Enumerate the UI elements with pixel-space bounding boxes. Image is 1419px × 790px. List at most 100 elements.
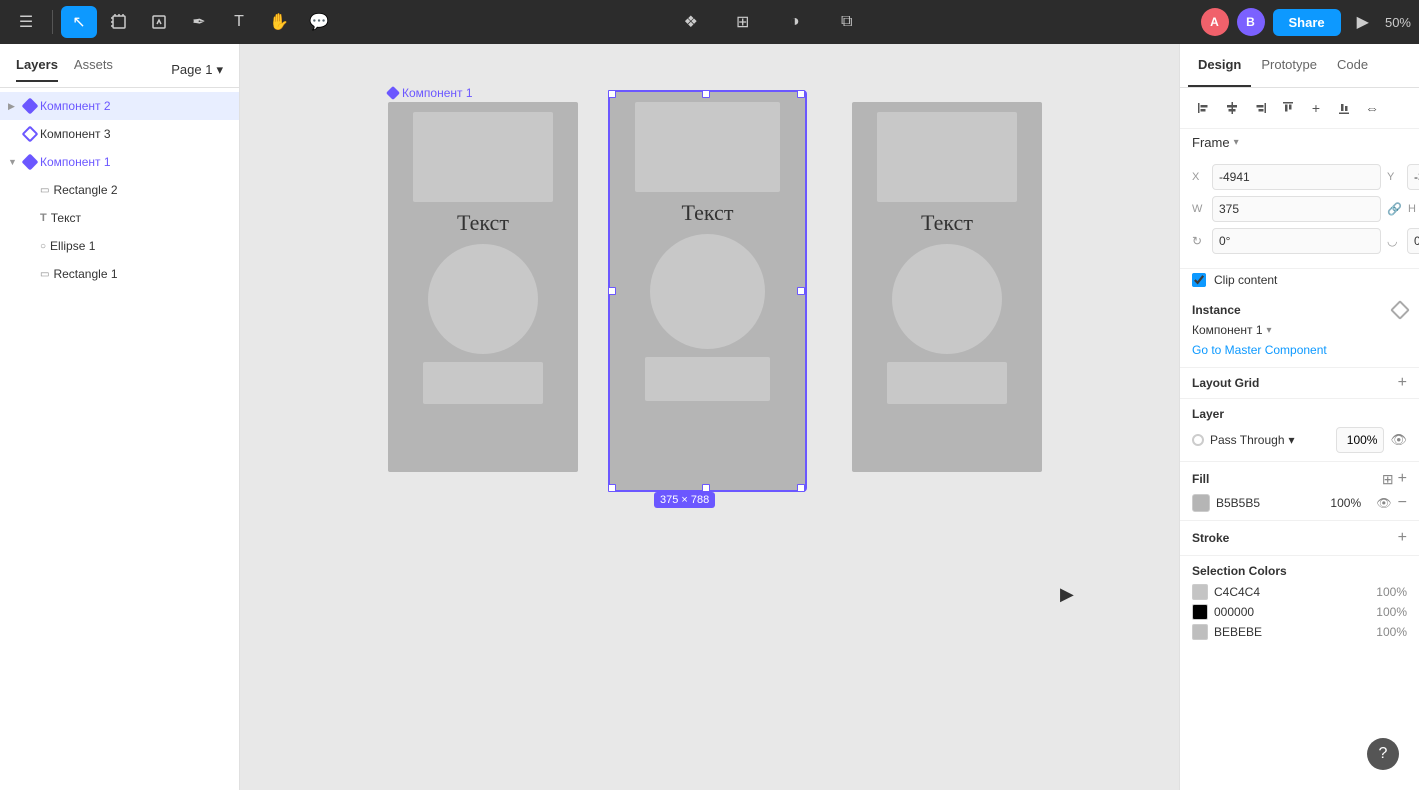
remove-fill-button[interactable]: − xyxy=(1398,494,1407,512)
select-tool-button[interactable]: ↖ xyxy=(61,6,97,38)
xy-row: X Y xyxy=(1192,164,1407,190)
lock-ratio-button[interactable]: 🔗 xyxy=(1387,198,1402,220)
w-input[interactable] xyxy=(1212,196,1381,222)
frame-tool-button[interactable] xyxy=(101,6,137,38)
selection-handle-bm[interactable] xyxy=(702,484,710,492)
opacity-input[interactable] xyxy=(1336,427,1384,453)
layout-grid-title: Layout Grid xyxy=(1192,376,1259,390)
comment-tool-button[interactable]: 💬 xyxy=(301,6,337,38)
layer-item-ellipse1[interactable]: ○ Ellipse 1 xyxy=(0,232,239,260)
distribute-h-button[interactable]: ⇔ xyxy=(1360,96,1384,120)
blend-mode-select[interactable]: Pass Through ▾ xyxy=(1210,433,1330,447)
card-circle-1 xyxy=(428,244,538,354)
layer-item-rectangle1[interactable]: ▭ Rectangle 1 xyxy=(0,260,239,288)
layer-name: Компонент 1 xyxy=(40,155,231,169)
frame-card-2[interactable]: Текст xyxy=(610,92,805,490)
rect-icon: ▭ xyxy=(40,269,49,280)
add-fill-button[interactable]: + xyxy=(1398,470,1407,488)
prototype-tab[interactable]: Prototype xyxy=(1251,44,1327,87)
radius-input[interactable] xyxy=(1407,228,1419,254)
align-bottom-button[interactable] xyxy=(1332,96,1356,120)
align-left-button[interactable] xyxy=(1192,96,1216,120)
layer-item-component3[interactable]: Компонент 3 xyxy=(0,120,239,148)
fill-color-swatch[interactable] xyxy=(1192,494,1210,512)
play-button[interactable]: ▶ xyxy=(1349,8,1377,36)
add-stroke-button[interactable]: + xyxy=(1398,529,1407,547)
component-icon-button[interactable]: ❖ xyxy=(673,6,709,38)
toolbar-separator-1 xyxy=(52,10,53,34)
expand-arrow: ▶ xyxy=(8,101,18,112)
selection-handle-tr[interactable] xyxy=(797,90,805,98)
fill-visibility-button[interactable]: 👁 xyxy=(1376,496,1391,510)
mask-icon-button[interactable]: ◑ xyxy=(777,6,813,38)
fill-style-button[interactable]: ⊞ xyxy=(1382,470,1394,488)
instance-name-dropdown-icon[interactable]: ▾ xyxy=(1267,325,1272,336)
arrange-icon-button[interactable]: ⧉ xyxy=(829,6,865,38)
sel-color-row-2: 000000 100% xyxy=(1192,604,1407,620)
fill-opacity-value: 100% xyxy=(1330,496,1370,510)
avatar-user1: A xyxy=(1201,8,1229,36)
sel-swatch-1[interactable] xyxy=(1192,584,1208,600)
selection-handle-tm[interactable] xyxy=(702,90,710,98)
avatar-user2: B xyxy=(1237,8,1265,36)
card-text-3: Текст xyxy=(921,210,973,236)
layer-section: Layer Pass Through ▾ 👁 xyxy=(1180,399,1419,462)
design-tab[interactable]: Design xyxy=(1188,44,1251,87)
card-circle-3 xyxy=(892,244,1002,354)
assets-tab[interactable]: Assets xyxy=(74,57,113,82)
component-label-icon xyxy=(386,86,400,100)
goto-master-link[interactable]: Go to Master Component xyxy=(1192,343,1327,357)
y-label: Y xyxy=(1387,171,1401,183)
sel-swatch-3[interactable] xyxy=(1192,624,1208,640)
selection-handle-bl[interactable] xyxy=(608,484,616,492)
page-selector[interactable]: Page 1 ▾ xyxy=(171,62,223,78)
menu-button[interactable]: ☰ xyxy=(8,6,44,38)
rect-icon: ▭ xyxy=(40,185,49,196)
sel-pct-1: 100% xyxy=(1376,585,1407,599)
fill-row: B5B5B5 100% 👁 − xyxy=(1192,494,1407,512)
align-center-h-button[interactable] xyxy=(1220,96,1244,120)
auto-layout-icon-button[interactable]: ⊞ xyxy=(725,6,761,38)
layer-item-text[interactable]: T Текст xyxy=(0,204,239,232)
frame-card-1[interactable]: Текст xyxy=(388,102,578,472)
align-middle-button[interactable]: + xyxy=(1304,96,1328,120)
layers-tab[interactable]: Layers xyxy=(16,57,58,82)
shape-tool-button[interactable] xyxy=(141,6,177,38)
hand-tool-button[interactable]: ✋ xyxy=(261,6,297,38)
wh-row: W 🔗 H xyxy=(1192,196,1407,222)
text-tool-button[interactable]: T xyxy=(221,6,257,38)
component-label-text: Компонент 1 xyxy=(402,86,473,100)
x-input[interactable] xyxy=(1212,164,1381,190)
clip-content-row: Clip content xyxy=(1180,269,1419,295)
diamond-filled-icon xyxy=(22,154,39,171)
selection-handle-br[interactable] xyxy=(797,484,805,492)
selection-handle-tl[interactable] xyxy=(608,90,616,98)
frame-dropdown[interactable]: Frame ▾ xyxy=(1192,135,1239,150)
selection-handle-ml[interactable] xyxy=(608,287,616,295)
align-right-button[interactable] xyxy=(1248,96,1272,120)
blend-mode-dot xyxy=(1192,434,1204,446)
layer-item-component2[interactable]: ▶ Компонент 2 xyxy=(0,92,239,120)
sel-swatch-2[interactable] xyxy=(1192,604,1208,620)
add-layout-grid-button[interactable]: + xyxy=(1398,374,1407,392)
expand-arrow: ▼ xyxy=(8,157,18,167)
y-input[interactable] xyxy=(1407,164,1419,190)
text-icon: T xyxy=(40,212,47,224)
right-panel: Design Prototype Code + ⇔ xyxy=(1179,44,1419,790)
sel-hex-3: BEBEBE xyxy=(1214,625,1370,639)
clip-content-checkbox[interactable] xyxy=(1192,273,1206,287)
rotation-input[interactable] xyxy=(1212,228,1381,254)
layer-tree: ▶ Компонент 2 Компонент 3 ▼ Компонент 1 … xyxy=(0,88,239,790)
align-top-button[interactable] xyxy=(1276,96,1300,120)
selection-handle-mr[interactable] xyxy=(797,287,805,295)
canvas[interactable]: Компонент 1 Текст Текст 375 × 788 xyxy=(240,44,1179,790)
visibility-toggle-button[interactable]: 👁 xyxy=(1390,432,1407,448)
help-button[interactable]: ? xyxy=(1367,738,1399,770)
code-tab[interactable]: Code xyxy=(1327,44,1378,87)
pen-tool-button[interactable]: ✒ xyxy=(181,6,217,38)
share-button[interactable]: Share xyxy=(1273,9,1341,36)
layer-item-rectangle2[interactable]: ▭ Rectangle 2 xyxy=(0,176,239,204)
stroke-section: Stroke + xyxy=(1180,521,1419,556)
layer-item-component1[interactable]: ▼ Компонент 1 xyxy=(0,148,239,176)
frame-card-3[interactable]: Текст xyxy=(852,102,1042,472)
